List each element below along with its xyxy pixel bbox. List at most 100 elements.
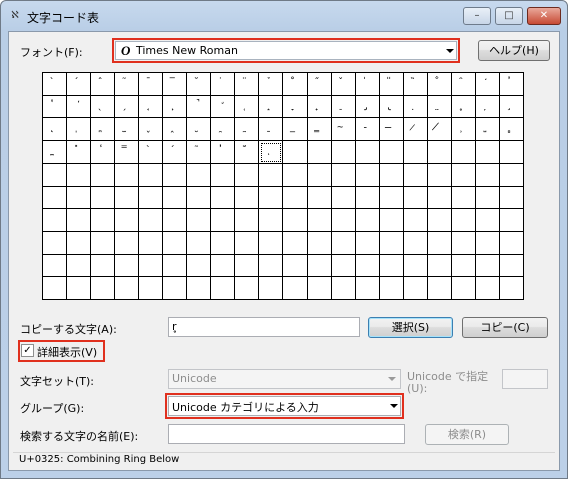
- char-cell[interactable]: ̾: [91, 141, 116, 164]
- char-cell[interactable]: [187, 254, 212, 278]
- char-cell[interactable]: ̧: [499, 95, 524, 119]
- char-cell[interactable]: [307, 254, 332, 278]
- char-cell[interactable]: ̈: [235, 73, 260, 96]
- char-cell[interactable]: [139, 209, 164, 232]
- char-cell[interactable]: [211, 254, 236, 278]
- char-cell[interactable]: [259, 231, 284, 255]
- char-cell[interactable]: [187, 186, 212, 210]
- char-cell[interactable]: [43, 277, 68, 300]
- char-cell[interactable]: ̩: [67, 118, 92, 142]
- char-cell[interactable]: [499, 186, 524, 210]
- char-cell[interactable]: [67, 163, 92, 187]
- char-cell[interactable]: [355, 163, 380, 187]
- char-cell[interactable]: [91, 254, 116, 278]
- char-cell[interactable]: [403, 231, 428, 255]
- char-cell[interactable]: [259, 277, 284, 300]
- help-button[interactable]: ヘルプ(H): [478, 40, 550, 61]
- char-cell[interactable]: [187, 163, 212, 187]
- char-cell[interactable]: [139, 231, 164, 255]
- char-cell[interactable]: [331, 254, 356, 278]
- char-cell[interactable]: ̰: [235, 118, 260, 142]
- char-cell[interactable]: ̅: [163, 73, 188, 96]
- char-cell[interactable]: [355, 209, 380, 232]
- char-cell[interactable]: [91, 186, 116, 210]
- char-cell[interactable]: [115, 277, 140, 300]
- char-cell[interactable]: [259, 209, 284, 232]
- char-cell[interactable]: [235, 186, 260, 210]
- char-cell[interactable]: ̢: [379, 95, 404, 119]
- char-cell[interactable]: [427, 186, 452, 210]
- char-cell[interactable]: [475, 209, 500, 232]
- char-cell[interactable]: [451, 186, 476, 210]
- char-cell[interactable]: [499, 254, 524, 278]
- char-cell[interactable]: ̹: [451, 118, 476, 142]
- char-cell[interactable]: [403, 186, 428, 210]
- copy-chars-input[interactable]: r̥: [168, 317, 360, 337]
- char-cell[interactable]: ̱: [259, 118, 284, 142]
- char-cell[interactable]: [235, 163, 260, 187]
- char-cell[interactable]: [451, 141, 476, 164]
- char-cell[interactable]: [91, 163, 116, 187]
- char-cell[interactable]: ́: [67, 73, 92, 96]
- char-cell[interactable]: ̶: [379, 118, 404, 142]
- char-cell[interactable]: [355, 254, 380, 278]
- char-cell[interactable]: [427, 277, 452, 300]
- character-grid[interactable]: ̡̢̧̛̖̗̘̙̜̝̞̟̠̣̤̥̦̀́̂̃̄̅̆̇̈̉̊̋̌̍̎̏̐̑̒̓̔̕̚…: [42, 72, 524, 300]
- char-cell[interactable]: ̌: [331, 73, 356, 96]
- char-cell[interactable]: ̲: [283, 118, 308, 142]
- char-cell[interactable]: [235, 277, 260, 300]
- char-cell[interactable]: [91, 277, 116, 300]
- char-cell[interactable]: [235, 209, 260, 232]
- char-cell[interactable]: [379, 186, 404, 210]
- char-cell[interactable]: ̯: [211, 118, 236, 142]
- char-cell[interactable]: [163, 277, 188, 300]
- char-cell[interactable]: [283, 254, 308, 278]
- char-cell[interactable]: ̠: [331, 95, 356, 119]
- char-cell[interactable]: ̀: [43, 73, 68, 96]
- char-cell[interactable]: [283, 231, 308, 255]
- char-cell[interactable]: ̕: [67, 95, 92, 119]
- char-cell[interactable]: ͅ: [259, 141, 284, 164]
- char-cell[interactable]: ͂: [187, 141, 212, 164]
- char-cell[interactable]: [475, 141, 500, 164]
- char-cell[interactable]: ̒: [475, 73, 500, 96]
- char-cell[interactable]: [427, 231, 452, 255]
- char-cell[interactable]: ́: [163, 141, 188, 164]
- char-cell[interactable]: [43, 186, 68, 210]
- char-cell[interactable]: ̮: [187, 118, 212, 142]
- char-cell[interactable]: [379, 163, 404, 187]
- char-cell[interactable]: [259, 186, 284, 210]
- char-cell[interactable]: [163, 209, 188, 232]
- search-button[interactable]: 検索(R): [425, 424, 509, 445]
- char-cell[interactable]: [163, 186, 188, 210]
- char-cell[interactable]: [283, 186, 308, 210]
- char-cell[interactable]: [331, 186, 356, 210]
- char-cell[interactable]: [403, 141, 428, 164]
- char-cell[interactable]: ̛: [211, 95, 236, 119]
- char-cell[interactable]: ̏: [403, 73, 428, 96]
- char-cell[interactable]: [115, 186, 140, 210]
- char-cell[interactable]: ̷: [403, 118, 428, 142]
- char-cell[interactable]: ̺: [475, 118, 500, 142]
- char-cell[interactable]: [211, 163, 236, 187]
- char-cell[interactable]: [283, 163, 308, 187]
- char-cell[interactable]: ̿: [115, 141, 140, 164]
- char-cell[interactable]: [403, 163, 428, 187]
- goto-unicode-input[interactable]: [502, 369, 548, 389]
- char-cell[interactable]: [43, 209, 68, 232]
- char-cell[interactable]: [427, 254, 452, 278]
- char-cell[interactable]: [211, 209, 236, 232]
- char-cell[interactable]: ̫: [115, 118, 140, 142]
- char-cell[interactable]: [403, 254, 428, 278]
- char-cell[interactable]: [163, 231, 188, 255]
- char-cell[interactable]: [67, 231, 92, 255]
- char-cell[interactable]: ̝: [259, 95, 284, 119]
- char-cell[interactable]: [451, 209, 476, 232]
- copy-button[interactable]: コピー(C): [462, 317, 548, 338]
- char-cell[interactable]: [307, 186, 332, 210]
- char-cell[interactable]: [187, 209, 212, 232]
- char-cell[interactable]: [115, 209, 140, 232]
- char-cell[interactable]: [139, 254, 164, 278]
- char-cell[interactable]: ̓: [211, 141, 236, 164]
- char-cell[interactable]: [43, 231, 68, 255]
